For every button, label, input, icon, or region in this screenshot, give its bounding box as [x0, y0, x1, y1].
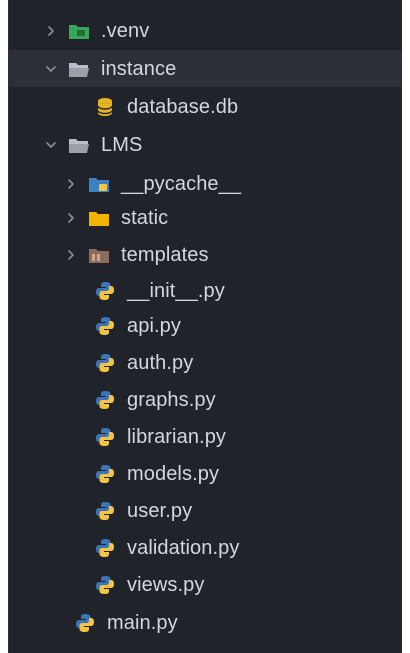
python-icon [93, 427, 117, 447]
tree-item-main-py[interactable]: main.py [9, 604, 401, 641]
tree-item-database-db[interactable]: database.db [9, 88, 401, 125]
tree-item-auth-py[interactable]: auth.py [9, 344, 401, 381]
tree-item-instance[interactable]: instance [9, 50, 401, 87]
tree-item-templates[interactable]: templates [9, 236, 401, 273]
tree-item-label: templates [121, 243, 209, 266]
python-icon [93, 390, 117, 410]
tree-item-label: models.py [127, 462, 220, 485]
tree-item-init-py[interactable]: __init__.py [9, 272, 401, 309]
tree-item-label: __pycache__ [121, 172, 242, 195]
python-icon [93, 281, 117, 301]
static-folder-icon [87, 208, 111, 228]
tree-item-venv[interactable]: .venv [9, 12, 401, 49]
tree-item-lms[interactable]: LMS [9, 126, 401, 163]
tree-item-label: __init__.py [127, 279, 225, 302]
tree-item-validation-py[interactable]: validation.py [9, 529, 401, 566]
screenshot-frame: .venv instance database.db LMS __pycache… [0, 0, 410, 653]
chevron-right-icon[interactable] [41, 21, 61, 41]
tree-item-label: static [121, 206, 169, 229]
tree-item-label: api.py [127, 314, 181, 337]
database-icon [93, 97, 117, 117]
file-explorer-panel: .venv instance database.db LMS __pycache… [8, 0, 402, 653]
python-icon [93, 353, 117, 373]
chevron-down-icon[interactable] [41, 59, 61, 79]
tree-item-label: validation.py [127, 536, 240, 559]
chevron-right-icon[interactable] [61, 174, 81, 194]
pycache-folder-icon [87, 174, 111, 194]
tree-item-api-py[interactable]: api.py [9, 307, 401, 344]
tree-item-label: auth.py [127, 351, 194, 374]
templates-folder-icon [87, 245, 111, 265]
chevron-right-icon[interactable] [61, 245, 81, 265]
python-icon [73, 613, 97, 633]
tree-item-label: views.py [127, 573, 205, 596]
tree-item-graphs-py[interactable]: graphs.py [9, 381, 401, 418]
tree-item-label: instance [101, 57, 177, 80]
python-icon [93, 464, 117, 484]
python-icon [93, 501, 117, 521]
tree-item-label: LMS [101, 133, 143, 156]
tree-item-views-py[interactable]: views.py [9, 566, 401, 603]
venv-folder-icon [67, 21, 91, 41]
tree-item-label: .venv [101, 19, 150, 42]
tree-item-label: librarian.py [127, 425, 227, 448]
tree-item-label: user.py [127, 499, 193, 522]
folder-open-icon [67, 135, 91, 155]
tree-item-models-py[interactable]: models.py [9, 455, 401, 492]
python-icon [93, 538, 117, 558]
tree-item-label: database.db [127, 95, 239, 118]
tree-item-user-py[interactable]: user.py [9, 492, 401, 529]
tree-item-pycache[interactable]: __pycache__ [9, 165, 401, 202]
tree-item-label: main.py [107, 611, 178, 634]
chevron-down-icon[interactable] [41, 135, 61, 155]
chevron-right-icon[interactable] [61, 208, 81, 228]
tree-item-librarian-py[interactable]: librarian.py [9, 418, 401, 455]
python-icon [93, 316, 117, 336]
tree-item-static[interactable]: static [9, 199, 401, 236]
tree-item-label: graphs.py [127, 388, 216, 411]
folder-open-icon [67, 59, 91, 79]
python-icon [93, 575, 117, 595]
